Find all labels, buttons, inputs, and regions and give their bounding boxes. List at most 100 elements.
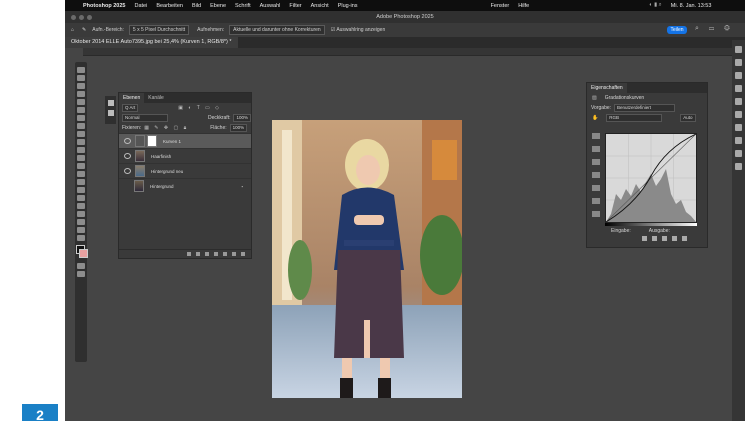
blur-tool-icon[interactable]: [77, 171, 85, 177]
visibility-eye-icon[interactable]: [124, 138, 131, 144]
swatches-icon[interactable]: [735, 98, 742, 105]
photo-artwork: [272, 120, 462, 398]
quick-select-tool-icon[interactable]: [77, 91, 85, 97]
properties-icon[interactable]: [107, 110, 114, 116]
layer-row-haarfinish[interactable]: Haarfinish: [119, 148, 251, 163]
stamp-tool-icon[interactable]: [77, 139, 85, 145]
adjustment-layer-icon[interactable]: [214, 252, 218, 256]
color-icon[interactable]: [735, 85, 742, 92]
trash-icon[interactable]: [241, 252, 245, 256]
menu-schrift[interactable]: Schrift: [235, 3, 251, 9]
visibility-eye-icon[interactable]: [124, 168, 131, 174]
menu-app[interactable]: Photoshop 2025: [83, 3, 125, 9]
new-layer-icon[interactable]: [232, 252, 236, 256]
visibility-eye-icon[interactable]: [124, 153, 131, 159]
layers-stack-icon[interactable]: [107, 100, 114, 106]
frame-tool-icon[interactable]: [77, 107, 85, 113]
menu-ebene[interactable]: Ebene: [210, 3, 226, 9]
pencil-icon[interactable]: [592, 185, 600, 191]
color-swatches[interactable]: [75, 245, 88, 261]
shape-tool-icon[interactable]: [77, 211, 85, 217]
lasso-tool-icon[interactable]: [77, 83, 85, 89]
brush-tool-icon[interactable]: [77, 131, 85, 137]
smooth-icon[interactable]: [592, 198, 600, 204]
gradient-tool-icon[interactable]: [77, 163, 85, 169]
marquee-tool-icon[interactable]: [77, 75, 85, 81]
menu-filter[interactable]: Filter: [289, 3, 301, 9]
auto-button[interactable]: Auto: [680, 114, 696, 122]
close-icon[interactable]: [71, 15, 76, 20]
type-tool-icon[interactable]: [77, 195, 85, 201]
eraser-tool-icon[interactable]: [77, 155, 85, 161]
home-icon[interactable]: ⌂: [71, 27, 74, 33]
white-point-eyedropper-icon[interactable]: [592, 159, 600, 165]
hand-tool-icon[interactable]: [77, 219, 85, 225]
minimize-icon[interactable]: [79, 15, 84, 20]
more-tools-icon[interactable]: [77, 235, 85, 241]
menu-hilfe[interactable]: Hilfe: [518, 3, 529, 9]
blend-mode-select[interactable]: Normal: [122, 114, 168, 122]
kind-filter-select[interactable]: Q Art: [122, 104, 139, 112]
quick-mask-icon[interactable]: [77, 263, 85, 269]
link-icon[interactable]: [187, 252, 191, 256]
mask-icon[interactable]: [205, 252, 209, 256]
curves-graph[interactable]: [605, 133, 697, 223]
sample-size-select[interactable]: 5 x 5 Pixel Durchschnitt: [128, 25, 190, 35]
view-previous-icon[interactable]: [652, 236, 657, 241]
pen-tool-icon[interactable]: [77, 187, 85, 193]
screen-mode-icon[interactable]: [77, 271, 85, 277]
menu-auswahl[interactable]: Auswahl: [260, 3, 281, 9]
zoom-icon[interactable]: [87, 15, 92, 20]
menu-bearbeiten[interactable]: Bearbeiten: [156, 3, 183, 9]
healing-brush-icon[interactable]: [77, 123, 85, 129]
tab-ebenen[interactable]: Ebenen: [119, 93, 145, 103]
document-tab[interactable]: Oktober 2014 ELLE Auto7395.jpg bei 25,4%…: [65, 37, 238, 48]
menu-ansicht[interactable]: Ansicht: [311, 3, 329, 9]
dodge-tool-icon[interactable]: [77, 179, 85, 185]
path-select-tool-icon[interactable]: [77, 203, 85, 209]
share-button[interactable]: Teilen: [667, 26, 687, 34]
lock-label: Fixieren:: [122, 125, 142, 131]
layer-row-hintergrund[interactable]: Hintergrund ▪: [119, 178, 251, 193]
menu-plugins[interactable]: Plug-ins: [338, 3, 358, 9]
adjustments-icon[interactable]: [735, 59, 742, 66]
menu-fenster[interactable]: Fenster: [491, 3, 510, 9]
paragraph-icon[interactable]: [735, 150, 742, 157]
libraries-icon[interactable]: [735, 46, 742, 53]
sample-select[interactable]: Aktuelle und darunter ohne Korrekturen: [229, 25, 325, 35]
curve-point-icon[interactable]: [592, 172, 600, 178]
character-icon[interactable]: [735, 137, 742, 144]
menu-datei[interactable]: Datei: [134, 3, 147, 9]
styles-icon[interactable]: [735, 72, 742, 79]
gray-point-eyedropper-icon[interactable]: [592, 146, 600, 152]
opacity-field[interactable]: 100%: [233, 114, 251, 122]
layer-row-curves[interactable]: Kurven 1: [119, 133, 251, 148]
crop-tool-icon[interactable]: [77, 99, 85, 105]
trash-icon[interactable]: [682, 236, 687, 241]
reset-icon[interactable]: [662, 236, 667, 241]
group-icon[interactable]: [223, 252, 227, 256]
fx-icon[interactable]: [196, 252, 200, 256]
hand-adjust-icon[interactable]: ✋: [592, 115, 598, 121]
black-point-eyedropper-icon[interactable]: [592, 133, 600, 139]
layer-row-hintergrund-neu[interactable]: Hintergrund neu: [119, 163, 251, 178]
clip-to-layer-icon[interactable]: [642, 236, 647, 241]
canvas-image[interactable]: [272, 120, 462, 398]
eyedropper-icon[interactable]: [77, 115, 85, 121]
history-brush-icon[interactable]: [77, 147, 85, 153]
eyedropper-tool-icon[interactable]: ✎: [82, 27, 86, 33]
info-icon[interactable]: [735, 163, 742, 170]
background-color-icon[interactable]: [79, 249, 88, 258]
zoom-tool-icon[interactable]: [77, 227, 85, 233]
visibility-icon[interactable]: [672, 236, 677, 241]
tab-kanaele[interactable]: Kanäle: [144, 93, 168, 103]
channel-select[interactable]: RGB: [606, 114, 663, 122]
brushes-icon[interactable]: [735, 124, 742, 131]
move-tool-icon[interactable]: [77, 67, 85, 73]
curves-adjustment-icon: [135, 135, 145, 147]
menu-bild[interactable]: Bild: [192, 3, 201, 9]
fill-field[interactable]: 100%: [229, 124, 248, 132]
show-ring-checkbox[interactable]: ☑ Auswahlring anzeigen: [331, 27, 386, 33]
play-icon[interactable]: [735, 111, 742, 118]
preset-select[interactable]: Benutzerdefiniert: [614, 104, 676, 112]
